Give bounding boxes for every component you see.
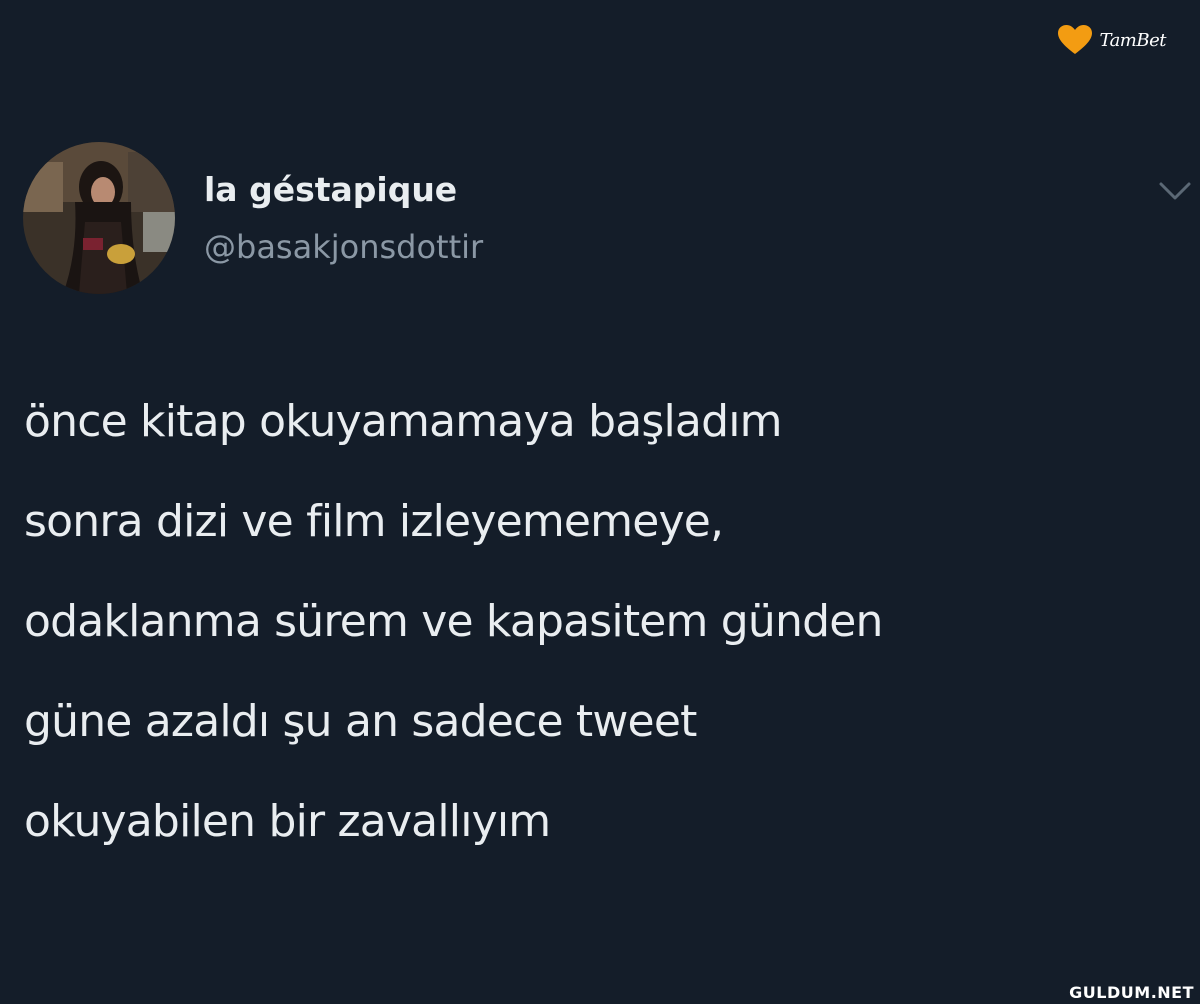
tambet-brand-text: TamBet xyxy=(1099,29,1166,51)
chevron-down-icon[interactable] xyxy=(1158,178,1192,204)
heart-icon xyxy=(1058,25,1093,54)
tweet-text: önce kitap okuyamamaya başladım sonra di… xyxy=(24,372,1194,872)
tweet-text-line: önce kitap okuyamamaya başladım xyxy=(24,396,782,447)
avatar-image xyxy=(23,142,175,294)
author-handle[interactable]: @basakjonsdottir xyxy=(204,228,483,266)
guldum-watermark: GULDUM.NET xyxy=(1069,983,1194,1002)
author-display-name[interactable]: la géstapique xyxy=(204,170,457,209)
tweet-text-line: okuyabilen bir zavallıyım xyxy=(24,796,551,847)
tweet-text-line: güne azaldı şu an sadece tweet xyxy=(24,696,697,747)
tweet-text-line: odaklanma sürem ve kapasitem günden xyxy=(24,596,883,647)
avatar[interactable] xyxy=(23,142,175,294)
tweet-text-line: sonra dizi ve film izleyememeye, xyxy=(24,496,724,547)
tambet-watermark: TamBet xyxy=(1057,24,1166,56)
